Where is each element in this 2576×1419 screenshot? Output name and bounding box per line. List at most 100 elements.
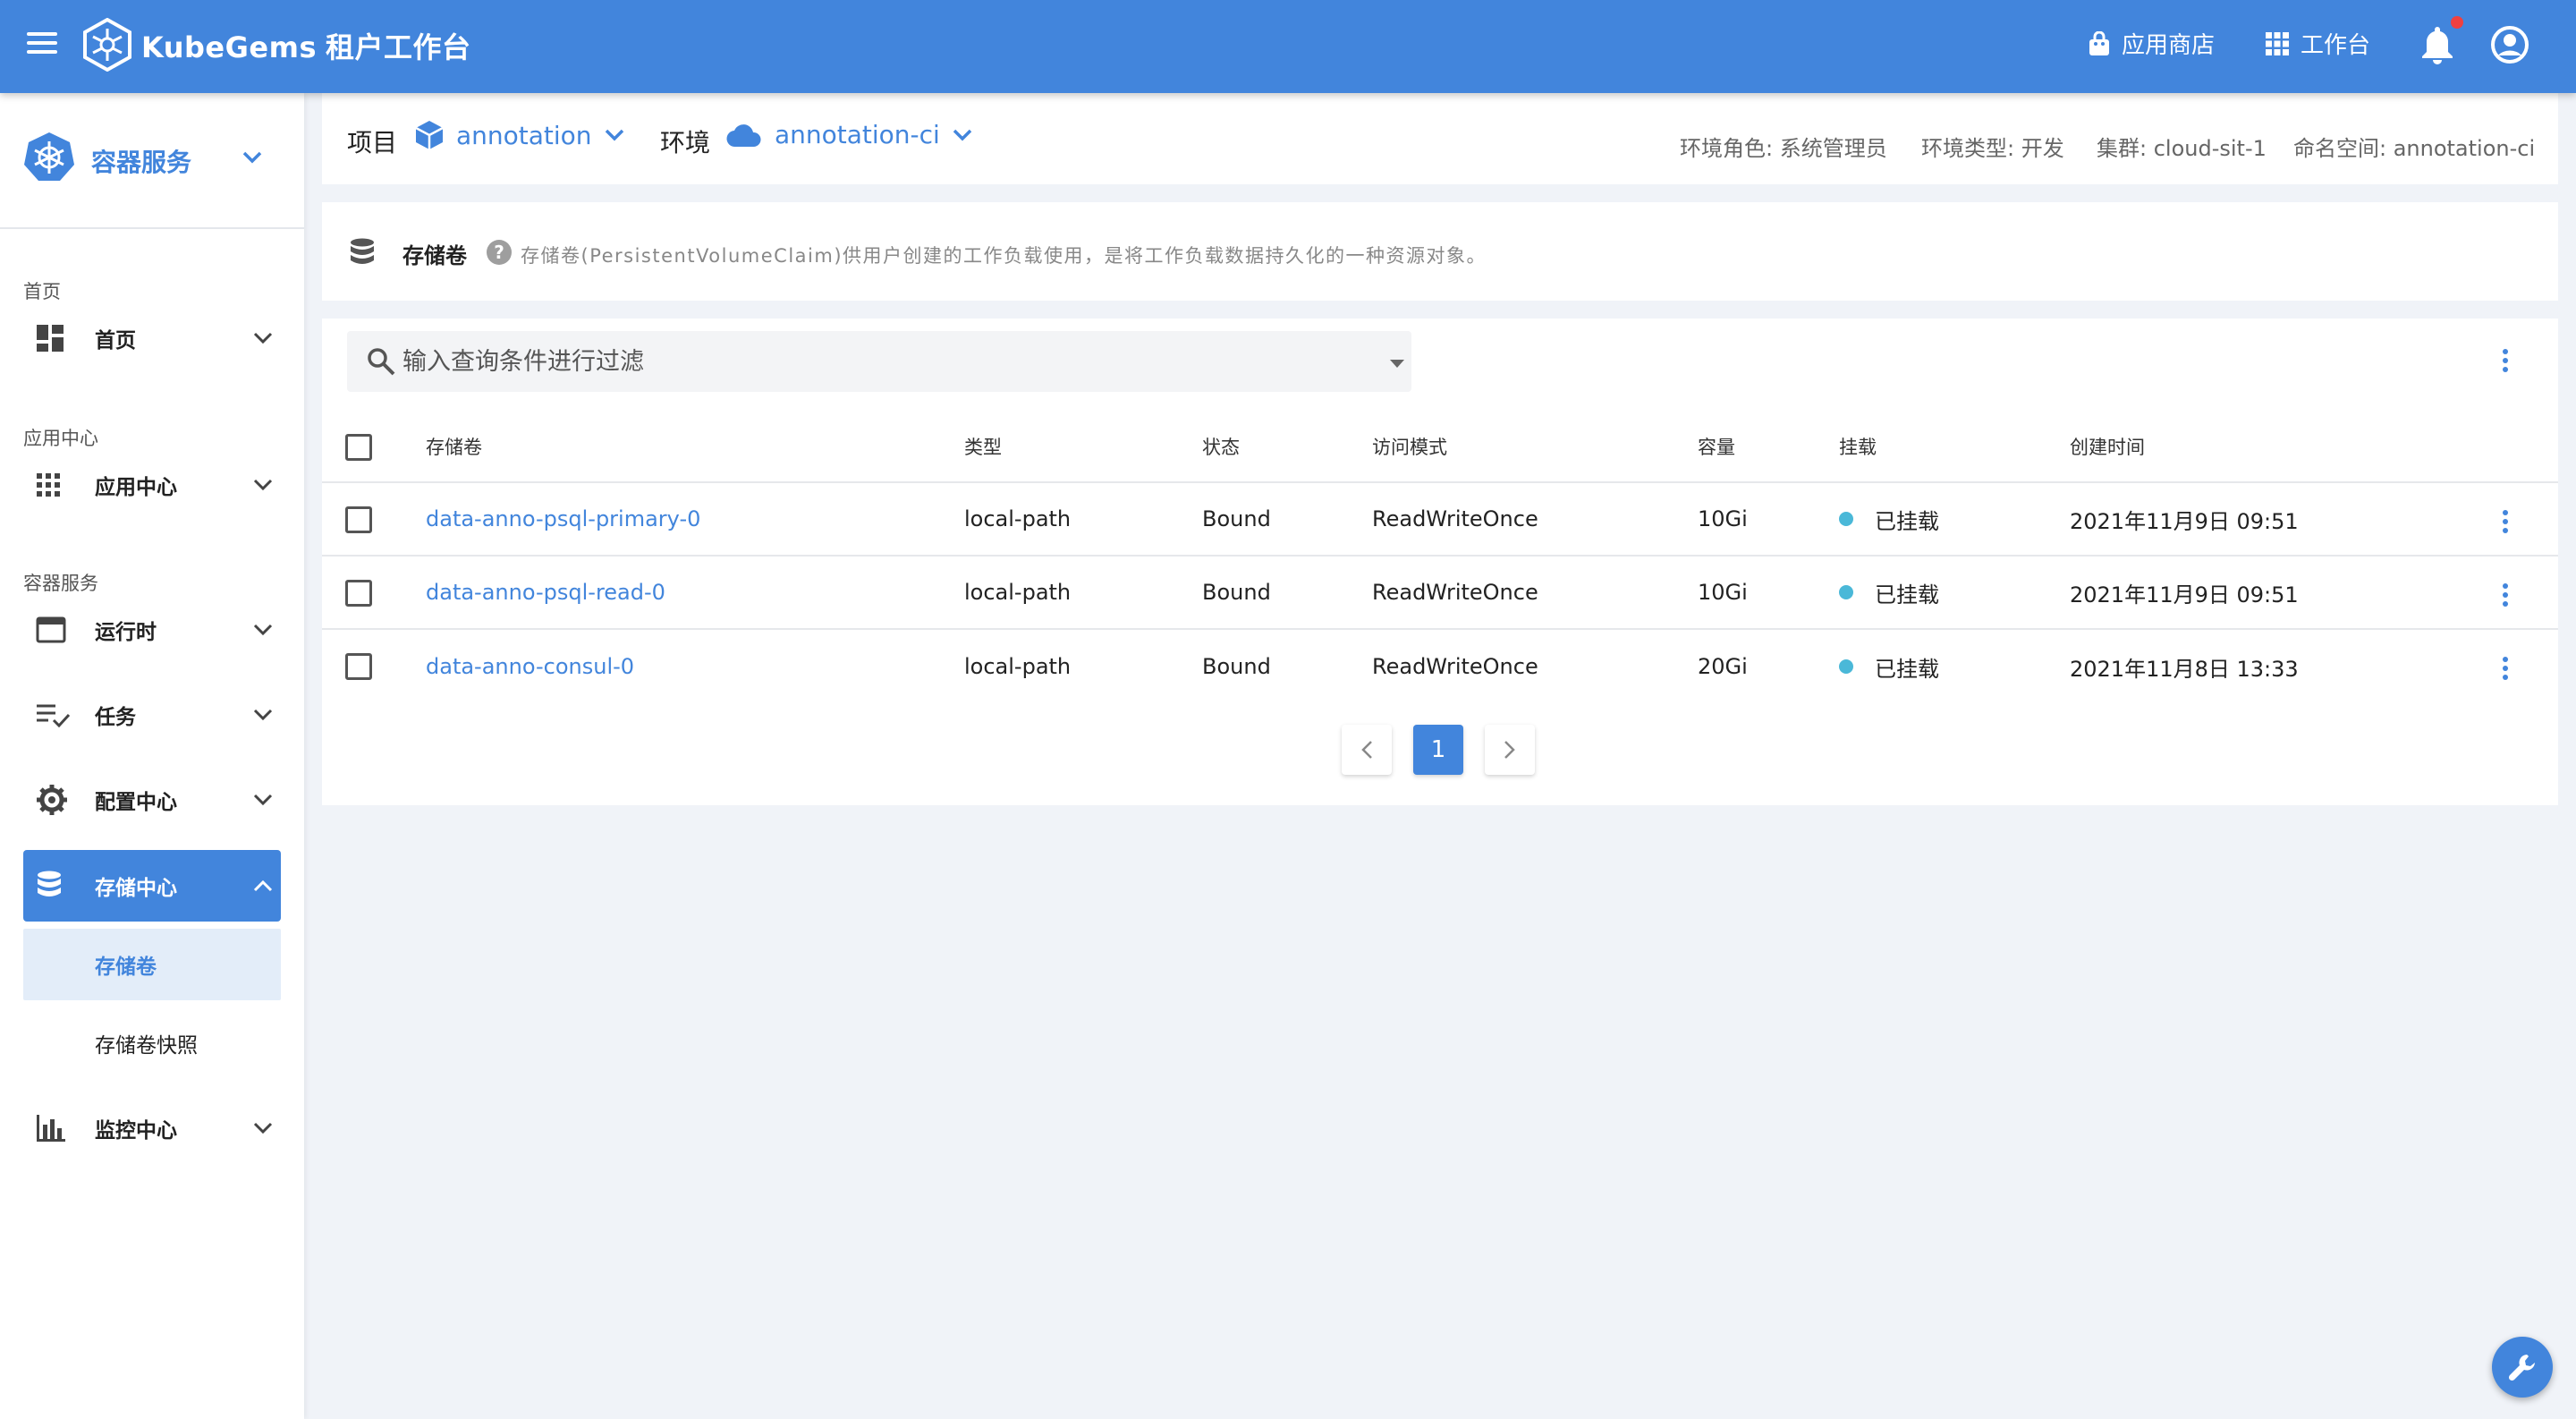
cube-icon [415,121,444,149]
pvc-mount: 已挂载 [1839,557,1939,628]
wrench-icon [2508,1355,2535,1381]
table-row[interactable]: data-anno-psql-primary-0 local-path Boun… [322,483,2558,557]
chevron-down-icon [253,1122,273,1134]
sidebar-item-label: 运行时 [95,621,157,644]
search-bar[interactable] [347,331,1411,392]
kubegems-logo-icon [83,18,131,72]
column-header-type[interactable]: 类型 [964,412,1002,481]
brand-subtitle: 租户工作台 [325,30,471,64]
chevron-down-icon [605,129,623,141]
mounted-status-dot [1839,585,1853,599]
chevron-down-icon [253,709,273,721]
env-value: annotation-ci [775,120,940,149]
project-selector[interactable]: annotation [415,120,624,150]
menu-icon[interactable] [23,27,61,64]
row-checkbox[interactable] [345,580,372,607]
sidebar-item-app-center[interactable]: 应用中心 [23,449,281,521]
env-role: 环境角色: 系统管理员 [1680,136,1887,161]
workspace-button[interactable]: 工作台 [2265,27,2370,60]
table-header: 存储卷 类型 状态 访问模式 容量 挂载 创建时间 [322,412,2558,483]
chevron-down-icon [953,129,972,140]
app-store-label: 应用商店 [2122,32,2216,59]
sidebar-item-home[interactable]: 首页 [23,302,281,374]
pvc-name-link[interactable]: data-anno-psql-read-0 [426,557,665,628]
column-header-status[interactable]: 状态 [1202,412,1240,481]
chevron-down-icon [242,151,262,164]
app-store-button[interactable]: 应用商店 [2088,27,2215,60]
workspace-label: 工作台 [2301,32,2371,59]
pvc-name-link[interactable]: data-anno-psql-primary-0 [426,483,700,555]
mount-label: 已挂载 [1875,508,1939,534]
sidebar-item-jobs[interactable]: 任务 [23,679,281,751]
project-label: 项目 [347,128,398,157]
page-description: 存储卷(PersistentVolumeClaim)供用户创建的工作负载使用，是… [521,245,1487,267]
sidebar-item-storage-center[interactable]: 存储中心 [23,850,281,922]
chevron-down-icon [253,332,273,344]
mount-label: 已挂载 [1875,656,1939,682]
prev-page-button[interactable] [1342,725,1392,775]
playlist-check-icon [37,704,70,727]
pvc-created: 2021年11月9日 09:51 [2070,508,2299,534]
sidebar-subitem-pvc[interactable]: 存储卷 [23,929,281,1000]
search-input[interactable] [402,342,1351,381]
column-header-access-mode[interactable]: 访问模式 [1372,412,1447,481]
cloud-icon [726,123,761,147]
cluster-info: 集群: cloud-sit-1 [2097,136,2267,161]
env-label: 环境 [660,128,711,157]
sidebar-item-label: 应用中心 [95,476,177,499]
pvc-capacity: 10Gi [1698,580,1748,605]
help-icon[interactable]: ? [487,240,512,265]
row-actions-icon[interactable] [2501,657,2510,680]
app-brand[interactable]: KubeGems 租户工作台 [141,25,471,66]
page-description-card: 存储卷 ? 存储卷(PersistentVolumeClaim)供用户创建的工作… [322,202,2558,301]
next-page-button[interactable] [1485,725,1535,775]
mounted-status-dot [1839,512,1853,526]
select-all-checkbox[interactable] [345,434,372,461]
service-switcher[interactable]: 容器服务 [0,93,304,229]
env-type: 环境类型: 开发 [1921,136,2064,161]
gear-icon [37,785,67,815]
env-selector[interactable]: annotation-ci [726,120,972,149]
pvc-type: local-path [964,580,1072,605]
account-circle-icon[interactable] [2490,25,2529,64]
column-header-mount[interactable]: 挂载 [1839,412,1877,481]
row-actions-icon[interactable] [2501,583,2510,607]
row-checkbox[interactable] [345,506,372,533]
sidebar-subitem-pvc-snapshot[interactable]: 存储卷快照 [23,1007,281,1079]
pvc-mount: 已挂载 [1839,630,1939,703]
pvc-name-link[interactable]: data-anno-consul-0 [426,630,634,703]
row-actions-icon[interactable] [2501,510,2510,533]
pagination: 1 [1342,725,1535,775]
column-header-name[interactable]: 存储卷 [426,412,482,481]
pvc-status: Bound [1202,654,1271,679]
column-header-capacity[interactable]: 容量 [1698,412,1735,481]
top-app-bar: KubeGems 租户工作台 应用商店 工作台 [0,0,2576,93]
pvc-capacity: 20Gi [1698,654,1748,679]
service-title: 容器服务 [91,148,192,177]
pvc-status: Bound [1202,580,1271,605]
sidebar-item-runtime[interactable]: 运行时 [23,594,281,666]
chevron-down-icon [253,624,273,636]
table-row[interactable]: data-anno-psql-read-0 local-path Bound R… [322,557,2558,630]
chevron-down-icon [253,794,273,806]
sidebar-item-monitoring[interactable]: 监控中心 [23,1092,281,1164]
chevron-right-icon [1504,741,1515,759]
shopping-bag-icon [2089,30,2109,55]
nav-group-label-apps: 应用中心 [23,428,98,449]
sidebar-item-label: 首页 [95,329,136,353]
sidebar-item-label: 配置中心 [95,791,177,814]
row-checkbox[interactable] [345,653,372,680]
column-header-created[interactable]: 创建时间 [2070,412,2145,481]
more-vert-icon[interactable] [2501,349,2510,372]
page-button-current[interactable]: 1 [1413,725,1463,775]
sidebar-item-label: 任务 [95,706,136,729]
nav-group-label-home: 首页 [23,281,61,302]
notification-bell-icon[interactable] [2417,23,2458,66]
sidebar-item-config-center[interactable]: 配置中心 [23,764,281,836]
database-icon [351,238,374,264]
table-row[interactable]: data-anno-consul-0 local-path Bound Read… [322,630,2558,703]
tools-fab-button[interactable] [2492,1337,2553,1398]
filter-dropdown-icon[interactable] [1390,360,1404,368]
kubernetes-icon [24,132,74,181]
pvc-access-mode: ReadWriteOnce [1372,506,1538,531]
